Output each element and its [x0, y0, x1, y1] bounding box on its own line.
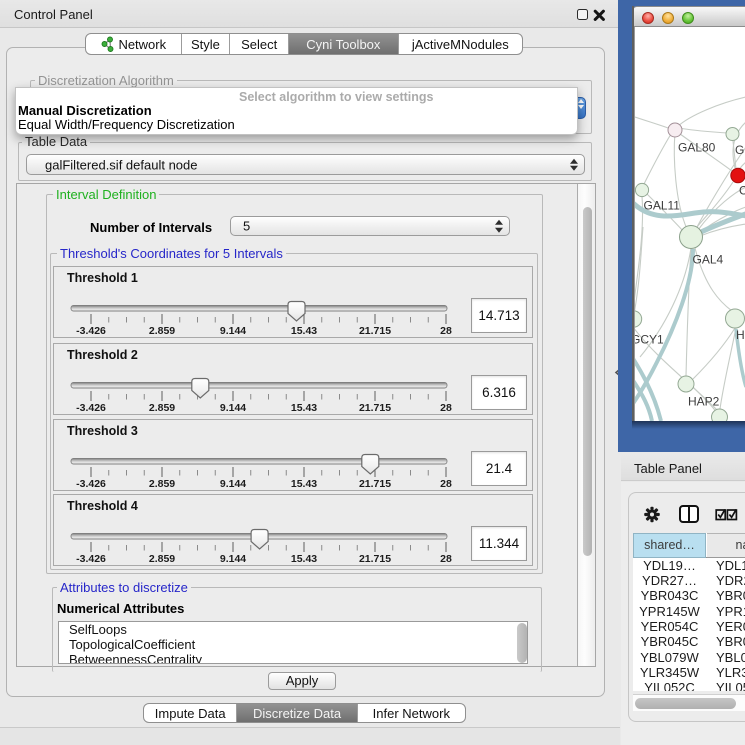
svg-text:15.43: 15.43	[291, 553, 317, 565]
svg-text:28: 28	[440, 325, 452, 337]
svg-text:2.859: 2.859	[149, 402, 175, 414]
svg-text:-3.426: -3.426	[76, 325, 106, 337]
svg-text:28: 28	[440, 553, 452, 565]
svg-text:15.43: 15.43	[291, 478, 317, 490]
svg-text:2.859: 2.859	[149, 478, 175, 490]
svg-text:GAL80: GAL80	[678, 141, 716, 155]
svg-text:C: C	[739, 184, 745, 198]
svg-text:2.859: 2.859	[149, 325, 175, 337]
svg-text:21.715: 21.715	[359, 325, 391, 337]
svg-text:-3.426: -3.426	[76, 478, 106, 490]
svg-text:GCY1: GCY1	[635, 333, 664, 347]
svg-text:15.43: 15.43	[291, 402, 317, 414]
svg-text:21.715: 21.715	[359, 478, 391, 490]
svg-text:GAL4: GAL4	[693, 253, 724, 267]
svg-text:HAP2: HAP2	[688, 395, 720, 409]
svg-text:28: 28	[440, 478, 452, 490]
svg-text:-3.426: -3.426	[76, 402, 106, 414]
svg-text:9.144: 9.144	[220, 553, 246, 565]
svg-text:-3.426: -3.426	[76, 553, 106, 565]
svg-text:9.144: 9.144	[220, 325, 246, 337]
svg-text:G: G	[735, 143, 744, 157]
svg-text:15.43: 15.43	[291, 325, 317, 337]
svg-text:H: H	[736, 328, 745, 342]
svg-text:21.715: 21.715	[359, 402, 391, 414]
svg-text:21.715: 21.715	[359, 553, 391, 565]
svg-text:9.144: 9.144	[220, 402, 246, 414]
svg-text:28: 28	[440, 402, 452, 414]
svg-text:2.859: 2.859	[149, 553, 175, 565]
svg-text:GAL11: GAL11	[644, 199, 681, 213]
svg-text:9.144: 9.144	[220, 478, 246, 490]
